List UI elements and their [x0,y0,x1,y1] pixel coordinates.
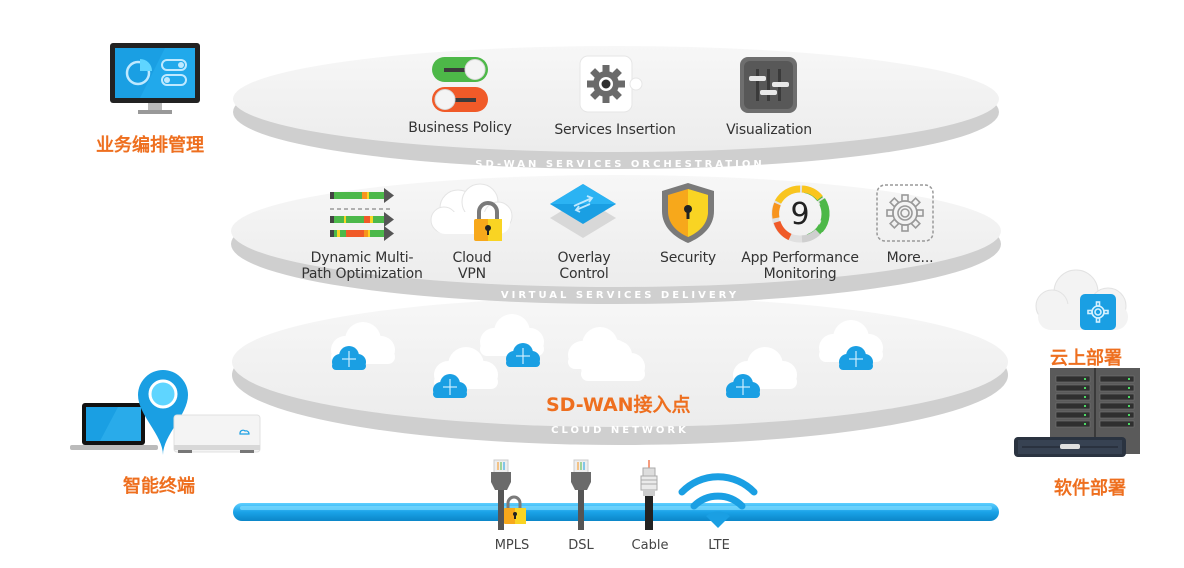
smart-terminal-icon [70,370,261,455]
cloud-gear-icon [1035,269,1128,330]
monitor-dashboard-icon [110,43,200,114]
edge-device-icon [173,414,261,453]
pop-cloud-6 [819,320,883,371]
smart-terminal-label: 智能终端 [123,476,195,497]
coax-cable-icon [640,460,658,530]
pop-cloud-5 [725,347,797,399]
transport-dsl-label: DSL [568,538,594,553]
orchestration-mgmt-label: 业务编排管理 [96,135,204,156]
wifi-signal-icon [678,473,758,528]
transport-mpls-label: MPLS [494,538,530,553]
transport-cable-label: Cable [631,538,669,553]
sdwan-access-point-label: SD-WAN接入点 [546,394,691,416]
server-rack-icon [1014,368,1140,457]
ethernet-lock-icon [491,459,526,530]
transport-lte-label: LTE [708,538,730,553]
ethernet-icon [571,459,591,530]
pop-cloud-1 [331,322,395,371]
cloud-deploy-label: 云上部署 [1050,348,1122,369]
pop-cloud-3 [480,314,544,368]
pop-cloud-4 [568,327,645,381]
software-deploy-label: 软件部署 [1054,478,1126,499]
